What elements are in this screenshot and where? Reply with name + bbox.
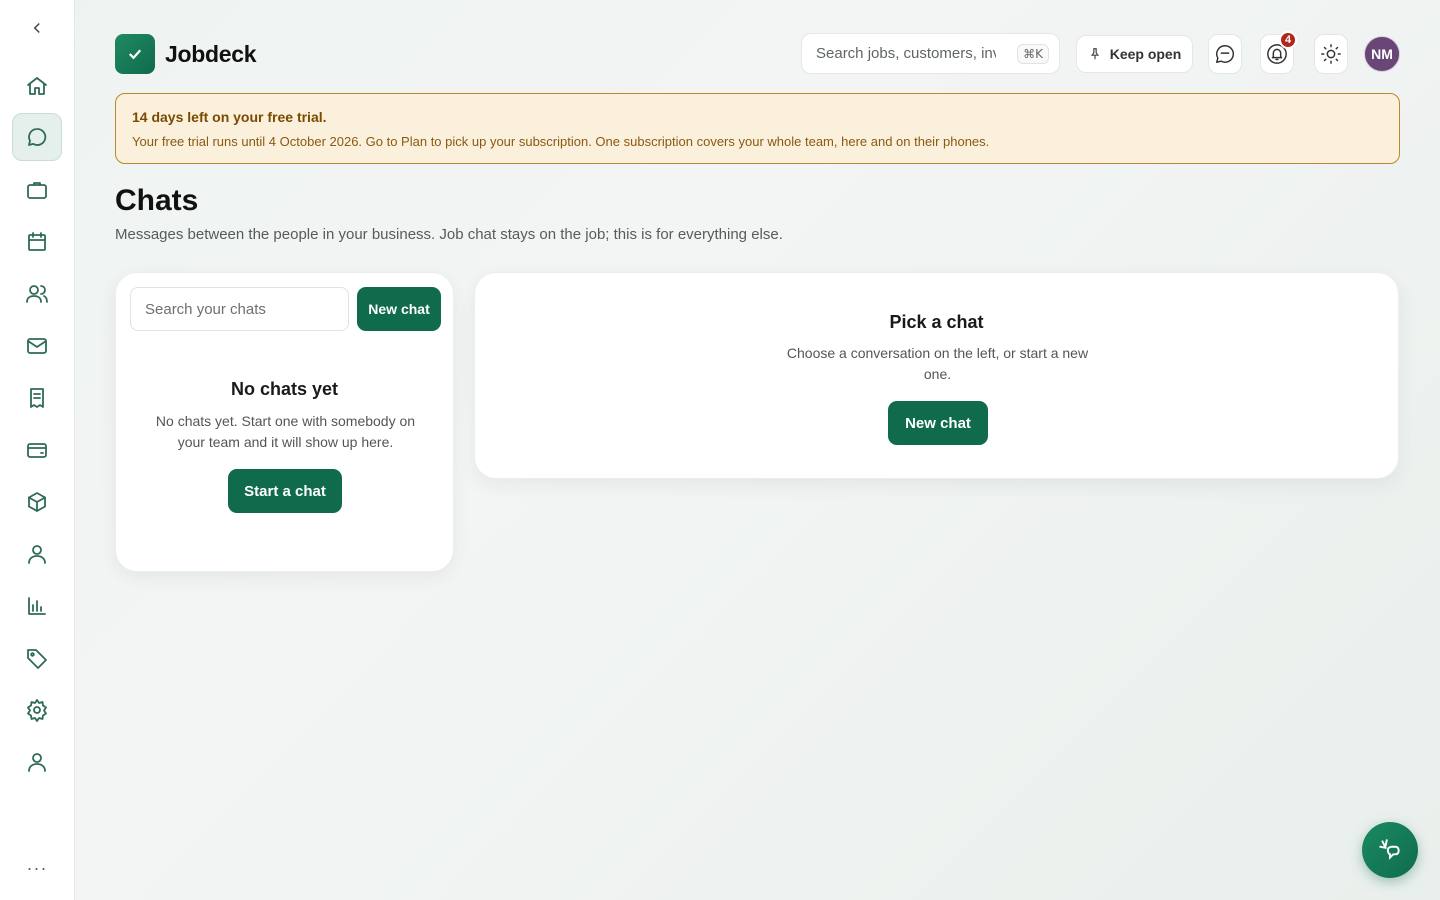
sidebar-item-inventory[interactable] — [12, 478, 62, 526]
briefcase-icon — [27, 182, 47, 199]
chart-icon — [28, 597, 46, 615]
receipt-icon — [30, 388, 44, 408]
sidebar-item-payments[interactable] — [12, 426, 62, 474]
trial-body: Your free trial runs until 4 October 202… — [132, 134, 990, 149]
trial-banner: 14 days left on your free trial. Your fr… — [115, 93, 1400, 164]
sidebar-item-mail[interactable] — [12, 322, 62, 370]
check-icon — [128, 49, 142, 60]
mail-icon — [27, 338, 47, 354]
chat-icon — [28, 128, 47, 146]
trial-title: 14 days left on your free trial. — [132, 109, 327, 125]
chat-search-input[interactable] — [130, 287, 349, 331]
empty-state-title: No chats yet — [230, 379, 339, 399]
notification-badge: 4 — [1279, 31, 1297, 49]
sidebar-item-team[interactable] — [12, 270, 62, 318]
message-icon — [1216, 45, 1235, 63]
sidebar-item-account[interactable] — [12, 738, 62, 786]
card-icon — [27, 443, 47, 458]
sidebar-item-pricing[interactable] — [12, 634, 62, 682]
sidebar-item-home[interactable] — [12, 62, 62, 110]
sun-icon — [1321, 44, 1341, 64]
search-shortcut: ⌘K — [1017, 43, 1049, 64]
logo — [115, 34, 155, 74]
tag-icon — [27, 649, 47, 669]
more-menu-button[interactable]: ··· — [25, 858, 49, 882]
assistant-icon — [1379, 839, 1400, 860]
sidebar-item-chats[interactable] — [12, 113, 62, 161]
box-icon — [28, 492, 46, 512]
brand[interactable]: Jobdeck — [115, 34, 257, 74]
pick-chat-title: Pick a chat — [889, 312, 984, 332]
avatar[interactable]: NM — [1364, 36, 1400, 72]
collapse-sidebar-button[interactable] — [25, 16, 49, 40]
messages-button[interactable] — [1208, 34, 1242, 74]
chat-list-panel: New chat No chats yet No chats yet. Star… — [115, 272, 454, 572]
sidebar-item-jobs[interactable] — [12, 166, 62, 214]
keep-open-label: Keep open — [1109, 46, 1182, 62]
start-chat-button[interactable]: Start a chat — [228, 469, 342, 513]
chevron-left-icon — [33, 22, 40, 34]
sidebar-item-calendar[interactable] — [12, 218, 62, 266]
sidebar-item-customers[interactable] — [12, 530, 62, 578]
app-name: Jobdeck — [165, 40, 257, 67]
global-search[interactable]: ⌘K — [801, 33, 1060, 74]
sidebar-item-settings[interactable] — [12, 686, 62, 734]
user-icon — [28, 545, 46, 564]
empty-state-body: No chats yet. Start one with somebody on… — [155, 413, 416, 450]
assistant-fab[interactable] — [1362, 822, 1418, 878]
pin-icon — [1090, 48, 1099, 60]
page-subtitle: Messages between the people in your busi… — [115, 226, 783, 243]
new-chat-button[interactable]: New chat — [357, 287, 441, 331]
chat-view-panel: Pick a chat Choose a conversation on the… — [474, 272, 1399, 479]
home-icon — [27, 77, 47, 95]
page-title: Chats — [115, 184, 199, 217]
user-icon — [28, 753, 46, 772]
theme-toggle-button[interactable] — [1314, 34, 1348, 74]
sidebar-item-invoices[interactable] — [12, 374, 62, 422]
users-icon — [26, 285, 48, 303]
calendar-icon — [28, 232, 46, 251]
notifications-button[interactable]: 4 — [1260, 31, 1297, 74]
gear-icon — [27, 699, 47, 722]
new-chat-button-main[interactable]: New chat — [888, 401, 988, 445]
pick-chat-body: Choose a conversation on the left, or st… — [786, 345, 1089, 382]
sidebar-item-reports[interactable] — [12, 582, 62, 630]
keep-open-button[interactable]: Keep open — [1076, 35, 1193, 73]
global-search-input[interactable] — [816, 45, 996, 62]
sidebar: ··· — [0, 0, 75, 900]
